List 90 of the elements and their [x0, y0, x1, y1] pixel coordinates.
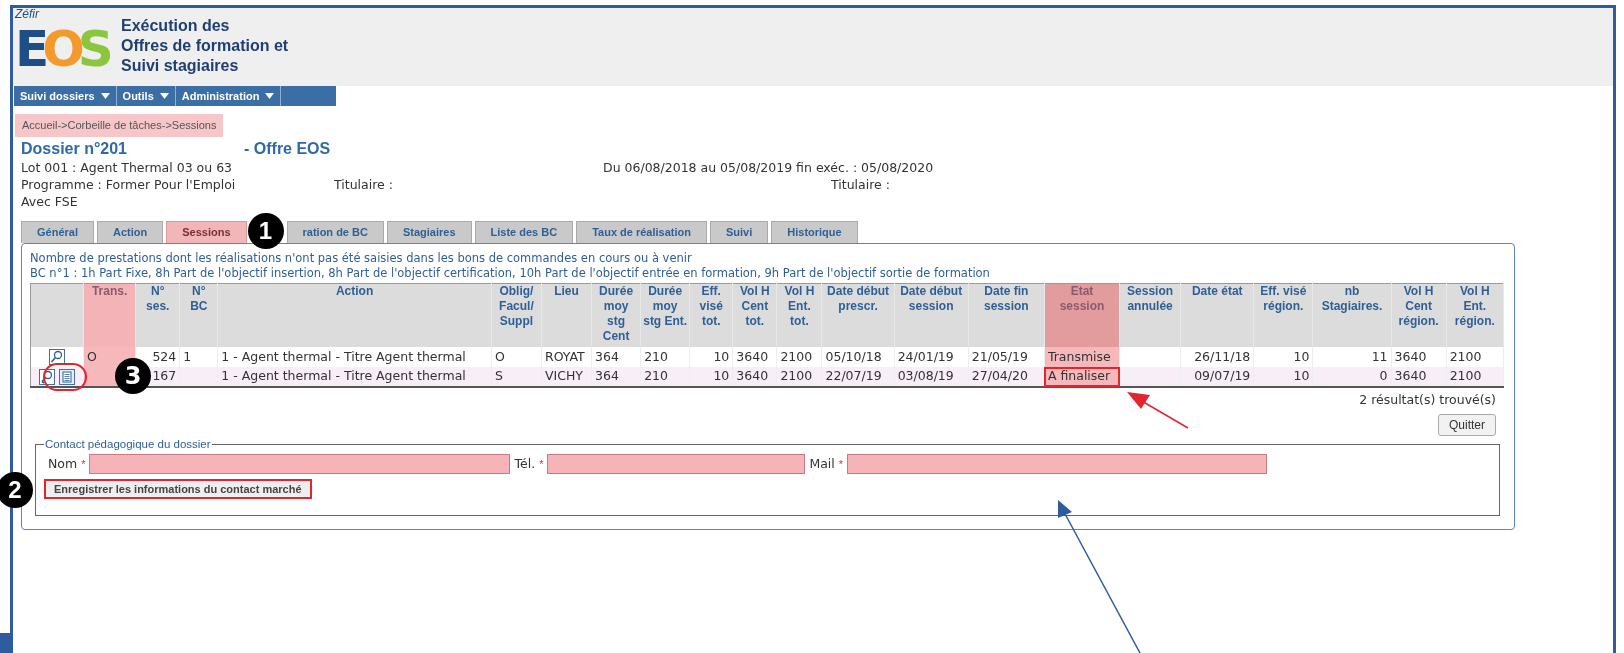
column-header: Trans. — [83, 283, 136, 347]
column-header: Date état — [1180, 283, 1254, 347]
table-cell: 10 — [689, 367, 733, 387]
caret-icon — [100, 93, 110, 99]
tab[interactable]: Stagiaires — [386, 220, 472, 243]
table-cell: 1 - Agent thermal - Titre Agent thermal — [217, 367, 492, 387]
section-legend: Contact pédagogique du dossier — [44, 435, 212, 453]
column-header: Durée moy stg Ent. — [640, 283, 690, 347]
tab[interactable]: ration de BC — [286, 220, 384, 243]
save-contact-button[interactable]: Enregistrer les informations du contact marché — [44, 479, 312, 499]
table-cell: A finaliser — [1044, 367, 1120, 387]
logo-letter: E — [15, 20, 43, 78]
app-title-line: Exécution des — [121, 16, 231, 36]
column-header: Vol H Cent tot. — [732, 283, 777, 347]
caret-icon — [159, 93, 169, 99]
column-header: Eff. visé région. — [1253, 283, 1313, 347]
column-header: Date fin session — [968, 283, 1045, 347]
pointer-arrow — [1127, 392, 1189, 429]
table-cell: 22/07/19 — [822, 367, 895, 387]
column-header: Eff. visé tot. — [689, 283, 733, 347]
column-header: Oblig/ Facul/ Suppl — [491, 283, 542, 347]
dates-text: Du 06/08/2018 au 05/08/2019 fin exéc. : 05/08/2020 — [603, 158, 934, 176]
result-count: 2 résultat(s) trouvé(s) — [1359, 391, 1496, 409]
table-cell: 03/08/19 — [894, 367, 969, 387]
programme-text: Programme : Former Pour l'Emploi — [21, 175, 237, 193]
logo-caption: Zéfir — [15, 8, 41, 20]
tab[interactable]: Suivi — [710, 220, 769, 243]
breadcrumb: Accueil->Corbeille de tâches->Sessions — [15, 114, 224, 137]
magnifier-document-icon[interactable] — [49, 349, 66, 365]
table-cell: 364 — [591, 367, 641, 387]
column-header: Vol H Cent région. — [1391, 283, 1447, 347]
required-mark: * — [81, 456, 86, 472]
table-cell: 2100 — [776, 367, 822, 387]
info-text: BC n°1 : 1h Part Fixe, 8h Part de l'objectif insertion, 8h Part de l'objectif certification, 10h Part de l'objectif entrée en formation, 9h Part de l'objectif sortie de formation — [30, 265, 991, 281]
table-cell: Transmise — [1044, 347, 1120, 367]
titulaire-label: Titulaire : — [831, 175, 890, 193]
table-cell: 0 — [1312, 367, 1392, 387]
input-field[interactable] — [547, 454, 806, 474]
tab[interactable]: Général — [21, 220, 94, 243]
lot-text: Lot 001 : Agent Thermal 03 ou 63 — [21, 158, 234, 176]
column-header: N° ses. — [135, 283, 180, 347]
table-cell: S — [491, 367, 542, 387]
column-header: nb Stagiaires. — [1312, 283, 1392, 347]
numbered-callout: 1 — [247, 212, 284, 249]
column-header: Session annulée — [1119, 283, 1181, 347]
column-header: Etat session — [1044, 283, 1120, 347]
column-header: Action — [217, 283, 492, 347]
info-text: Nombre de prestations dont les réalisations n'ont pas été saisies dans les bons de commandes en cours ou à venir — [30, 250, 693, 266]
menu-item[interactable]: Suivi dossiers — [14, 86, 117, 106]
document-icon[interactable] — [59, 368, 76, 385]
app-title-line: Suivi stagiaires — [121, 56, 240, 76]
table-cell: VICHY — [541, 367, 592, 387]
logo-letter: S — [77, 20, 107, 78]
menu-item[interactable]: Outils — [116, 86, 176, 106]
column-header: Vol H Ent. tot. — [776, 283, 822, 347]
table-cell: 10 — [1253, 367, 1313, 387]
column-header: Vol H Ent. région. — [1446, 283, 1504, 347]
field-label: Nom — [48, 454, 78, 473]
tab[interactable]: Historique — [771, 220, 858, 243]
tab[interactable]: Action — [96, 220, 164, 243]
input-field[interactable] — [847, 454, 1268, 474]
column-header: N° BC — [179, 283, 218, 347]
logo-letter: O — [42, 20, 78, 78]
column-header: Lieu — [541, 283, 592, 347]
tab[interactable]: Liste des BC — [474, 220, 574, 243]
app-title-line: Offres de formation et — [121, 36, 289, 56]
tab[interactable]: Sessions — [166, 220, 247, 243]
caret-icon — [265, 93, 275, 99]
magnifier-document-icon[interactable] — [39, 368, 56, 385]
required-mark: * — [838, 456, 844, 472]
titulaire-label: Titulaire : — [334, 175, 394, 193]
field-label: Tél. — [514, 454, 536, 473]
quit-button[interactable]: Quitter — [1438, 413, 1496, 436]
numbered-callout: 2 — [0, 471, 33, 508]
menu-item[interactable]: Administration — [175, 86, 282, 106]
dossier-title: Dossier n°201 — [21, 138, 128, 159]
table-cell: 3640 — [732, 367, 777, 387]
tab[interactable]: Taux de réalisation — [576, 220, 707, 243]
column-header: Date début session — [894, 283, 969, 347]
fse-text: Avec FSE — [21, 192, 79, 210]
column-header: Date début prescr. — [822, 283, 895, 347]
table-cell: 3640 — [1391, 367, 1447, 387]
table-cell: 09/07/19 — [1180, 367, 1254, 387]
required-mark: * — [539, 456, 544, 472]
offer-title: - Offre EOS — [244, 138, 331, 159]
table-cell: 2100 — [1446, 367, 1504, 387]
column-header: Durée moy stg Cent — [591, 283, 641, 347]
field-label: Mail — [809, 454, 835, 473]
table-cell: 210 — [640, 367, 690, 387]
input-field[interactable] — [89, 454, 511, 474]
